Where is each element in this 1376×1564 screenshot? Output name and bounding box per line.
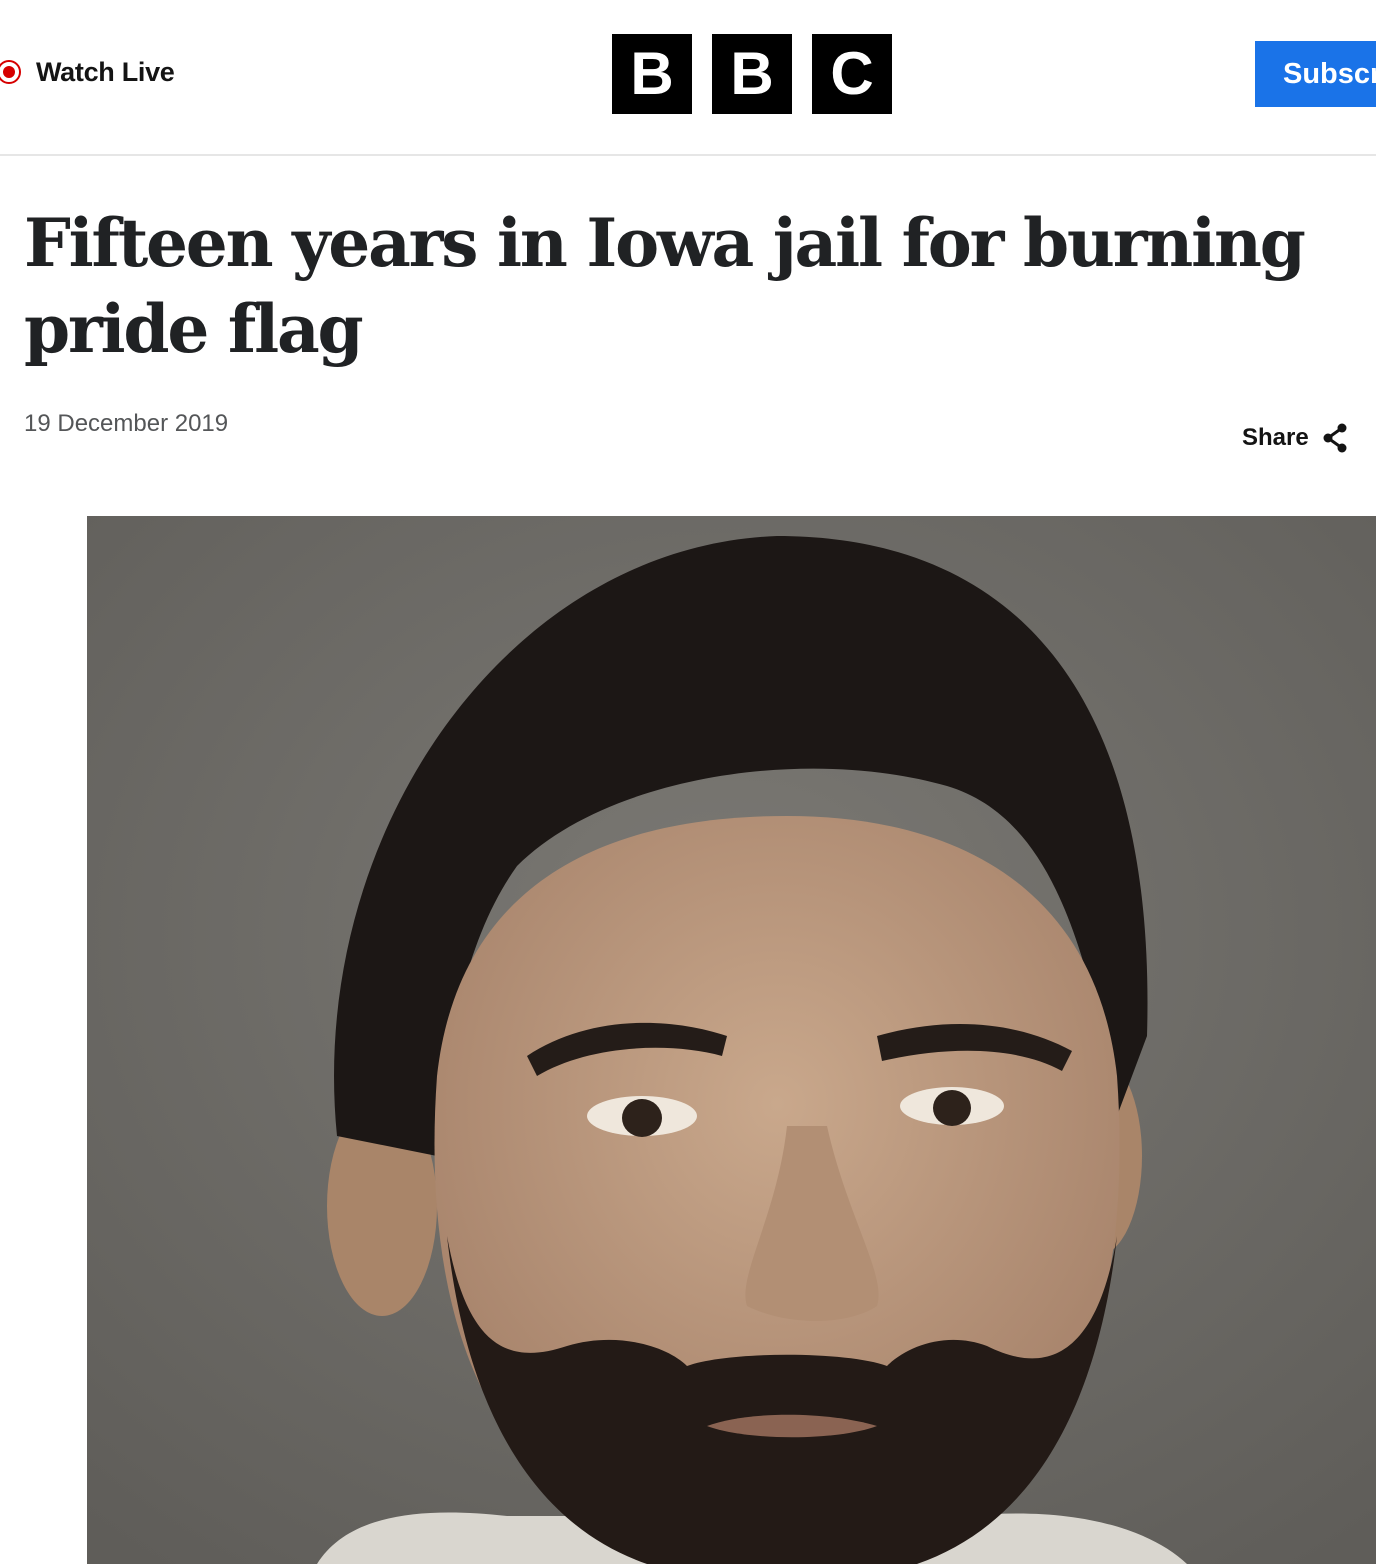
watch-live-link[interactable]: Watch Live — [0, 54, 175, 90]
article-date: 19 December 2019 — [24, 410, 229, 437]
share-button[interactable]: Share — [1242, 420, 1349, 456]
share-icon — [1321, 423, 1349, 453]
article-photo — [87, 516, 1376, 1564]
logo-letter-c: C — [812, 34, 892, 114]
watch-live-label: Watch Live — [36, 56, 175, 87]
share-label: Share — [1242, 424, 1309, 451]
logo-letter-b2: B — [712, 34, 792, 114]
subscribe-button[interactable]: Subscr — [1255, 41, 1376, 107]
article-headline: Fifteen years in Iowa jail for burning p… — [24, 204, 1306, 368]
live-indicator-icon — [0, 60, 21, 84]
site-header: Watch Live B B C Subscr — [0, 0, 1376, 156]
bbc-logo[interactable]: B B C — [612, 34, 892, 114]
logo-letter-b1: B — [612, 34, 692, 114]
